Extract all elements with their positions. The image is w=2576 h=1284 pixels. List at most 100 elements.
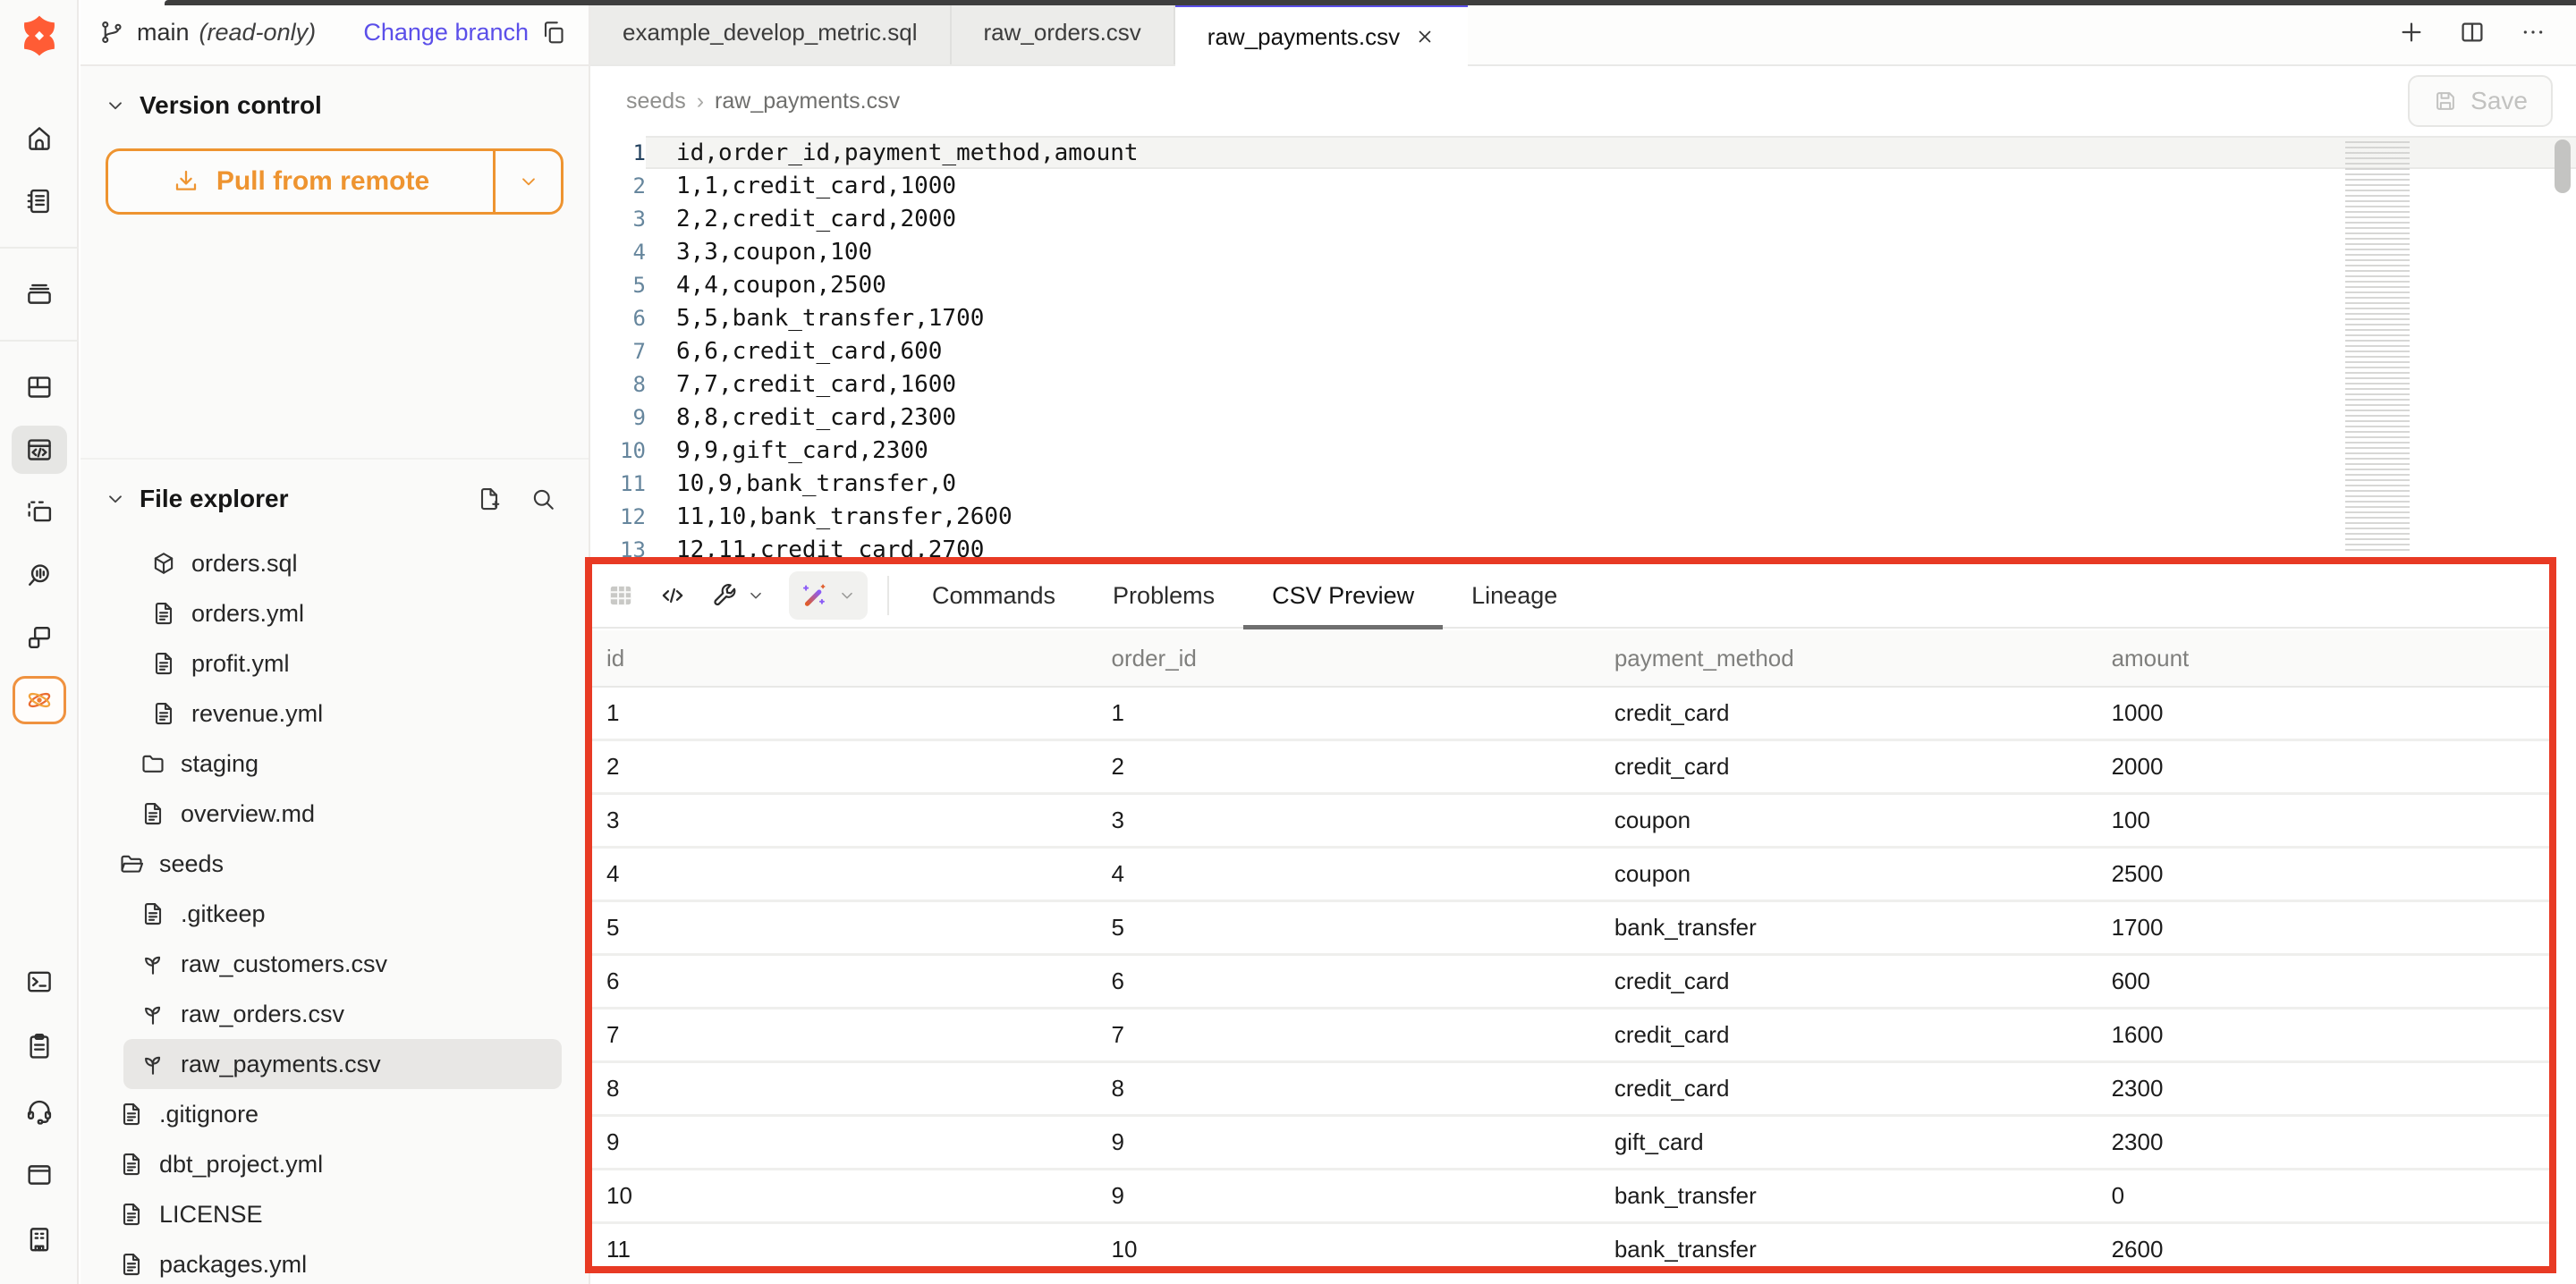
editor-line[interactable]: 98,8,credit_card,2300 xyxy=(590,401,2576,434)
file-item[interactable]: .gitkeep xyxy=(123,889,562,939)
editor-line[interactable]: 54,4,coupon,2500 xyxy=(590,268,2576,301)
file-item[interactable]: seeds xyxy=(102,839,562,889)
dbt-cloud-ide: main (read-only) Change branch Version c… xyxy=(0,0,2576,1284)
file-item[interactable]: staging xyxy=(123,739,562,789)
rail-bottom-icons xyxy=(0,950,79,1271)
table-header-row: idorder_idpayment_methodamount xyxy=(592,630,2549,688)
new-file-icon[interactable] xyxy=(476,486,503,512)
editor-tab[interactable]: example_develop_metric.sql xyxy=(590,0,952,64)
more-options-icon[interactable] xyxy=(2519,18,2547,46)
editor-line[interactable]: 32,2,credit_card,2000 xyxy=(590,202,2576,235)
file-item[interactable]: .gitignore xyxy=(102,1089,562,1139)
table-cell: 3 xyxy=(592,795,1097,846)
file-item[interactable]: orders.sql xyxy=(134,538,562,588)
chevron-down-icon xyxy=(104,94,127,117)
new-tab-icon[interactable] xyxy=(2397,18,2426,46)
file-item[interactable]: revenue.yml xyxy=(134,688,562,739)
editor-tab[interactable]: raw_payments.csv xyxy=(1175,0,1468,66)
canvas-icon[interactable] xyxy=(0,481,79,544)
rail-divider xyxy=(0,340,79,342)
code-editor[interactable]: 1id,order_id,payment_method,amount21,1,c… xyxy=(590,136,2576,557)
panel-tab-commands[interactable]: Commands xyxy=(903,563,1084,628)
pull-from-remote-button[interactable]: Pull from remote xyxy=(106,148,564,215)
save-button[interactable]: Save xyxy=(2408,75,2553,127)
editor-line[interactable]: 1312,11,credit_card,2700 xyxy=(590,533,2576,557)
line-content: 9,9,gift_card,2300 xyxy=(646,434,2576,467)
file-item[interactable]: orders.yml xyxy=(134,588,562,638)
file-item[interactable]: LICENSE xyxy=(102,1189,562,1239)
code-view-icon-button[interactable] xyxy=(658,581,687,610)
sidebar: main (read-only) Change branch Version c… xyxy=(80,0,590,1284)
file-item[interactable]: profit.yml xyxy=(134,638,562,688)
external-windows-icon[interactable] xyxy=(0,606,79,669)
inbox-icon[interactable] xyxy=(0,263,79,325)
file-item[interactable]: dbt_project.yml xyxy=(102,1139,562,1189)
panel-tab-csv-preview[interactable]: CSV Preview xyxy=(1243,563,1443,628)
editor-tab[interactable]: raw_orders.csv xyxy=(952,0,1175,64)
layout-icon[interactable] xyxy=(0,356,79,418)
file-label: packages.yml xyxy=(159,1251,307,1279)
file-tree: orders.sqlorders.ymlprofit.yml revenue.ym… xyxy=(80,538,589,1284)
close-icon[interactable] xyxy=(1414,26,1436,47)
pull-from-remote-main[interactable]: Pull from remote xyxy=(108,151,493,212)
file-item[interactable]: packages.yml xyxy=(102,1239,562,1284)
panel-tab-problems[interactable]: Problems xyxy=(1084,563,1243,628)
file-label: revenue.yml xyxy=(191,700,323,728)
home-icon[interactable] xyxy=(0,107,79,170)
table-cell: 9 xyxy=(592,1117,1097,1168)
table-cell: bank_transfer xyxy=(1600,1170,2097,1221)
table-cell: 1 xyxy=(1097,688,1600,739)
editor-line[interactable]: 21,1,credit_card,1000 xyxy=(590,169,2576,202)
editor-line[interactable]: 43,3,coupon,100 xyxy=(590,235,2576,268)
copy-icon[interactable] xyxy=(540,19,567,46)
notebook-icon[interactable] xyxy=(0,170,79,232)
version-control-section-header[interactable]: Version control xyxy=(80,66,589,120)
table-row: 33coupon100 xyxy=(592,795,2549,849)
column-header: id xyxy=(592,630,1097,686)
editor-line[interactable]: 1211,10,bank_transfer,2600 xyxy=(590,500,2576,533)
wrench-icon-button[interactable] xyxy=(710,581,766,610)
search-icon[interactable] xyxy=(530,486,556,512)
file-item[interactable]: raw_payments.csv xyxy=(123,1039,562,1089)
breadcrumb-file: raw_payments.csv xyxy=(715,89,900,114)
change-branch-link[interactable]: Change branch xyxy=(363,19,529,46)
scrollbar-thumb[interactable] xyxy=(2555,139,2571,193)
file-item[interactable]: raw_orders.csv xyxy=(123,989,562,1039)
organization-icon[interactable] xyxy=(0,1207,79,1271)
dbt-assist-icon[interactable] xyxy=(13,676,66,724)
terminal-icon[interactable] xyxy=(0,950,79,1014)
clipboard-icon[interactable] xyxy=(0,1014,79,1078)
csv-preview-table: idorder_idpayment_methodamount 11credit_… xyxy=(592,630,2549,1266)
file-item[interactable]: raw_customers.csv xyxy=(123,939,562,989)
editor-line[interactable]: 1id,order_id,payment_method,amount xyxy=(590,136,2576,169)
table-row: 66credit_card600 xyxy=(592,956,2549,1009)
table-cell: 2500 xyxy=(2097,849,2549,900)
file-label: overview.md xyxy=(181,800,315,828)
editor-line[interactable]: 76,6,credit_card,600 xyxy=(590,334,2576,367)
column-header: payment_method xyxy=(1600,630,2097,686)
table-row: 1110bank_transfer2600 xyxy=(592,1224,2549,1273)
results-grid-icon-button[interactable] xyxy=(606,581,635,610)
pull-options-caret[interactable] xyxy=(493,151,561,212)
table-cell: 9 xyxy=(1097,1170,1600,1221)
breadcrumb-parent[interactable]: seeds xyxy=(626,89,686,114)
minimap[interactable] xyxy=(2345,141,2410,551)
editor-line[interactable]: 65,5,bank_transfer,1700 xyxy=(590,301,2576,334)
file-explorer-header[interactable]: File explorer xyxy=(80,460,589,513)
editor-line[interactable]: 1110,9,bank_transfer,0 xyxy=(590,467,2576,500)
code-editor-icon[interactable] xyxy=(12,426,67,474)
panel-tab-lineage[interactable]: Lineage xyxy=(1443,563,1586,628)
editor-line[interactable]: 87,7,credit_card,1600 xyxy=(590,367,2576,401)
file-item[interactable]: overview.md xyxy=(123,789,562,839)
table-row: 22credit_card2000 xyxy=(592,741,2549,795)
docs-icon[interactable] xyxy=(0,1143,79,1207)
split-editor-icon[interactable] xyxy=(2458,18,2487,46)
table-cell: bank_transfer xyxy=(1600,902,2097,953)
editor-line[interactable]: 109,9,gift_card,2300 xyxy=(590,434,2576,467)
query-insights-icon[interactable] xyxy=(0,544,79,606)
ai-assist-icon-button[interactable] xyxy=(789,571,868,620)
dbt-logo[interactable] xyxy=(13,11,65,61)
support-headset-icon[interactable] xyxy=(0,1078,79,1143)
line-content: 2,2,credit_card,2000 xyxy=(646,202,2576,235)
table-cell: 2300 xyxy=(2097,1117,2549,1168)
